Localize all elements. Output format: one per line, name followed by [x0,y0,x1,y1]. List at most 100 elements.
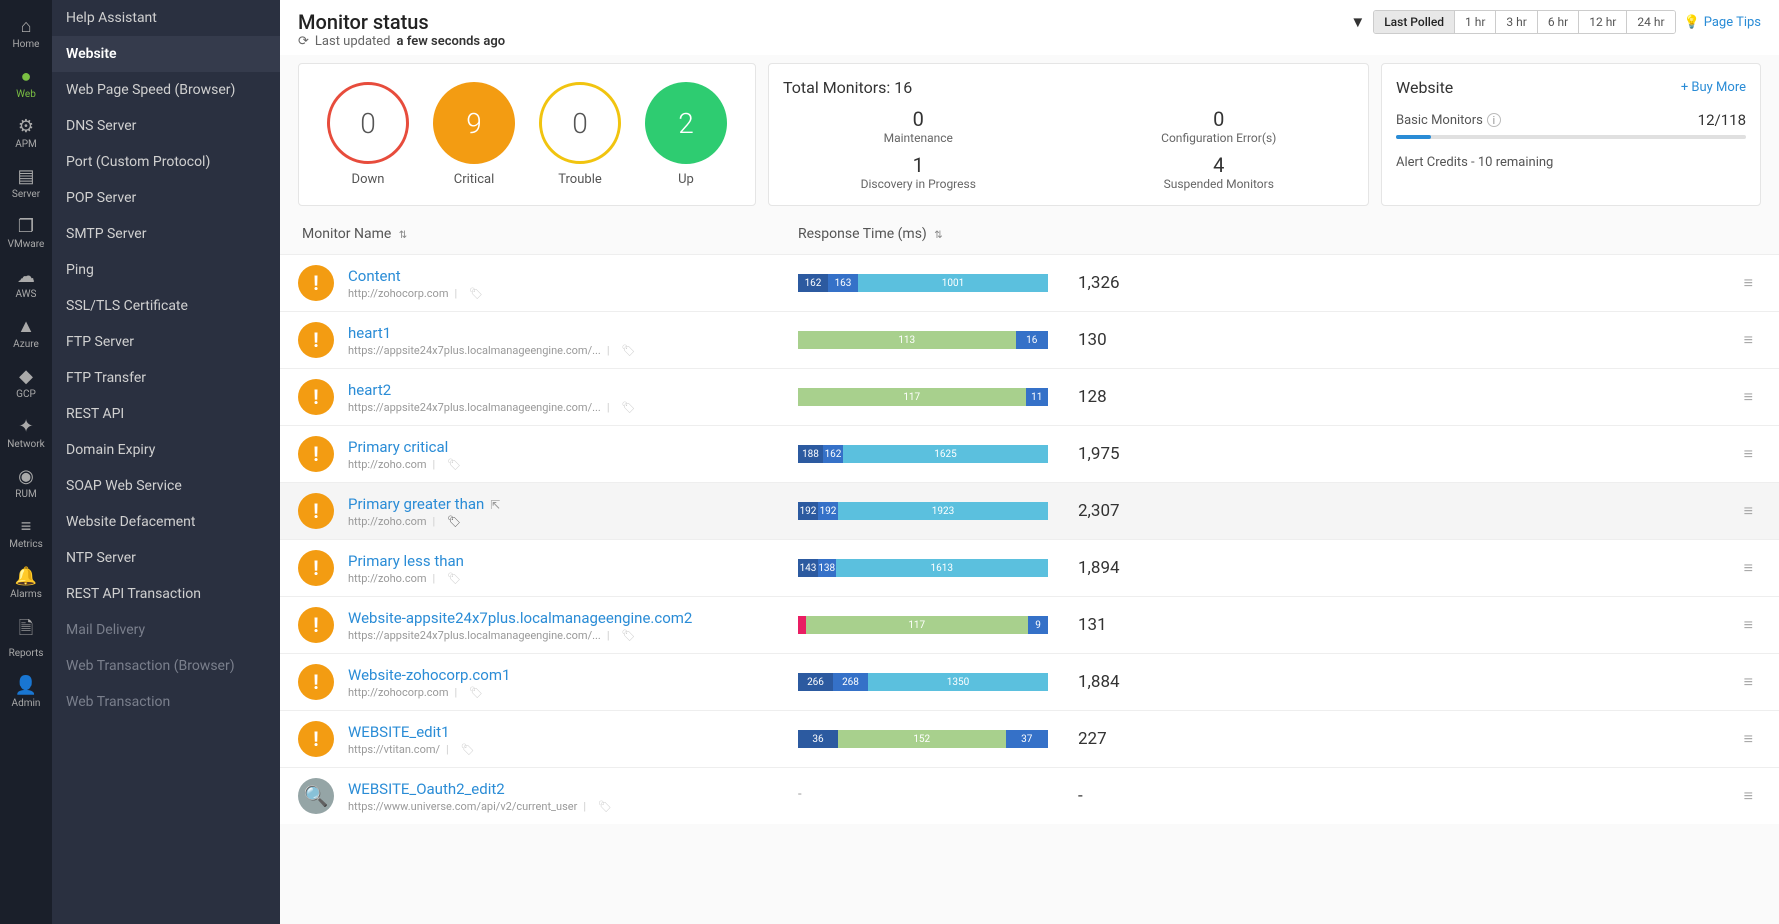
monitor-name-link[interactable]: Website-zohocorp.com1 [348,666,510,684]
row-menu-icon[interactable]: ≡ [1736,444,1761,464]
monitor-row: ! Content http://zohocorp.com|🏷 16216310… [280,254,1779,311]
nav-item-ping[interactable]: Ping [52,252,280,288]
nav-item-dns-server[interactable]: DNS Server [52,108,280,144]
tag-icon[interactable]: 🏷 [469,686,483,699]
nav-item-pop-server[interactable]: POP Server [52,180,280,216]
icon-nav-home[interactable]: ⌂Home [0,8,52,58]
nav-item-website[interactable]: Website [52,36,280,72]
monitor-info: WEBSITE_Oauth2_edit2 https://www.univers… [348,780,798,813]
icon-nav-admin[interactable]: 👤Admin [0,667,52,717]
row-menu-icon[interactable]: ≡ [1736,672,1761,692]
monitor-name-link[interactable]: Primary less than [348,552,464,570]
tag-icon[interactable]: 🏷 [622,401,636,414]
icon-nav-gcp[interactable]: ◆GCP [0,358,52,408]
refresh-icon[interactable]: ⟳ [298,34,309,49]
nav-item-website-defacement[interactable]: Website Defacement [52,504,280,540]
page-tips-link[interactable]: 💡 Page Tips [1684,15,1761,30]
tag-icon[interactable]: 🏷 [622,629,636,642]
col-monitor-name[interactable]: Monitor Name [302,226,391,242]
icon-nav-aws[interactable]: ☁AWS [0,258,52,308]
nav-item-web-transaction[interactable]: Web Transaction [52,684,280,720]
response-bar: 1621631001 [798,274,1048,292]
external-link-icon[interactable]: ⇱ [490,498,500,512]
status-circle-trouble[interactable]: 0Trouble [539,82,621,187]
tag-icon[interactable]: 🏷 [622,344,636,357]
icon-nav-apm[interactable]: ⚙APM [0,108,52,158]
monitor-name-link[interactable]: Content [348,267,401,285]
icon-nav-azure[interactable]: ▲Azure [0,308,52,358]
usage-progress [1396,135,1746,139]
nav-item-web-transaction-browser-[interactable]: Web Transaction (Browser) [52,648,280,684]
response-bar: 1921921923 [798,502,1048,520]
time-button-24-hr[interactable]: 24 hr [1627,11,1674,33]
website-card: Website + Buy More Basic Monitorsi 12/11… [1381,63,1761,206]
nav-item-help-assistant[interactable]: Help Assistant [52,0,280,36]
time-button-6-hr[interactable]: 6 hr [1538,11,1579,33]
nav-item-ftp-transfer[interactable]: FTP Transfer [52,360,280,396]
icon-nav-metrics[interactable]: ≡Metrics [0,508,52,558]
monitor-row: ! WEBSITE_edit1 https://vtitan.com/|🏷 36… [280,710,1779,767]
row-menu-icon[interactable]: ≡ [1736,501,1761,521]
response-time-value: 130 [1048,330,1168,350]
monitor-name-link[interactable]: Primary critical [348,438,448,456]
monitor-name-link[interactable]: WEBSITE_Oauth2_edit2 [348,780,505,798]
icon-nav-server[interactable]: ▤Server [0,158,52,208]
icon-nav-web[interactable]: ●Web [0,58,52,108]
icon-nav-alarms[interactable]: 🔔Alarms [0,558,52,608]
monitor-url: https://appsite24x7plus.localmanageengin… [348,629,798,642]
tag-icon[interactable]: 🏷 [461,743,475,756]
time-button-1-hr[interactable]: 1 hr [1455,11,1496,33]
icon-nav-rum[interactable]: ◉RUM [0,458,52,508]
row-menu-icon[interactable]: ≡ [1736,558,1761,578]
monitor-name-link[interactable]: Website-appsite24x7plus.localmanageengin… [348,609,692,627]
tag-icon[interactable]: 🏷 [598,800,612,813]
icon-nav-vmware[interactable]: ❐VMware [0,208,52,258]
row-menu-icon[interactable]: ≡ [1736,786,1761,806]
tag-icon[interactable]: 🏷 [447,458,461,471]
monitor-name-link[interactable]: Primary greater than [348,495,484,513]
status-circle-critical[interactable]: 9Critical [433,82,515,187]
time-button-12-hr[interactable]: 12 hr [1579,11,1627,33]
info-icon[interactable]: i [1487,113,1501,127]
nav-item-smtp-server[interactable]: SMTP Server [52,216,280,252]
filter-icon[interactable]: ▼ [1350,13,1365,31]
nav-item-ntp-server[interactable]: NTP Server [52,540,280,576]
tag-icon[interactable]: 🏷 [469,287,483,300]
status-indicator: ! [298,721,334,757]
row-menu-icon[interactable]: ≡ [1736,615,1761,635]
sort-icon[interactable]: ⇅ [399,230,407,241]
monitor-url: http://zoho.com|🏷 [348,515,798,528]
monitor-name-link[interactable]: heart2 [348,381,391,399]
icon-nav-reports[interactable]: 🗎Reports [0,608,52,667]
nav-item-mail-delivery[interactable]: Mail Delivery [52,612,280,648]
nav-item-soap-web-service[interactable]: SOAP Web Service [52,468,280,504]
status-circle-up[interactable]: 2Up [645,82,727,187]
col-response-time[interactable]: Response Time (ms) [798,226,927,242]
nav-item-domain-expiry[interactable]: Domain Expiry [52,432,280,468]
response-time-value: 227 [1048,729,1168,749]
row-menu-icon[interactable]: ≡ [1736,273,1761,293]
status-circle-down[interactable]: 0Down [327,82,409,187]
nav-item-ftp-server[interactable]: FTP Server [52,324,280,360]
buy-more-link[interactable]: + Buy More [1681,80,1746,95]
monitor-info: WEBSITE_edit1 https://vtitan.com/|🏷 [348,723,798,756]
nav-item-rest-api[interactable]: REST API [52,396,280,432]
row-menu-icon[interactable]: ≡ [1736,729,1761,749]
row-menu-icon[interactable]: ≡ [1736,330,1761,350]
monitor-name-link[interactable]: heart1 [348,324,391,342]
nav-item-rest-api-transaction[interactable]: REST API Transaction [52,576,280,612]
sort-icon[interactable]: ⇅ [934,230,942,241]
response-time-value: 128 [1048,387,1168,407]
azure-icon: ▲ [17,316,35,337]
monitor-url: https://www.universe.com/api/v2/current_… [348,800,798,813]
icon-nav-network[interactable]: ✦Network [0,408,52,458]
tag-icon[interactable]: 🏷 [447,515,461,528]
monitor-name-link[interactable]: WEBSITE_edit1 [348,723,450,741]
nav-item-web-page-speed-browser-[interactable]: Web Page Speed (Browser) [52,72,280,108]
tag-icon[interactable]: 🏷 [447,572,461,585]
nav-item-port-custom-protocol-[interactable]: Port (Custom Protocol) [52,144,280,180]
time-button-last-polled[interactable]: Last Polled [1374,11,1455,33]
time-button-3-hr[interactable]: 3 hr [1496,11,1537,33]
row-menu-icon[interactable]: ≡ [1736,387,1761,407]
nav-item-ssl-tls-certificate[interactable]: SSL/TLS Certificate [52,288,280,324]
